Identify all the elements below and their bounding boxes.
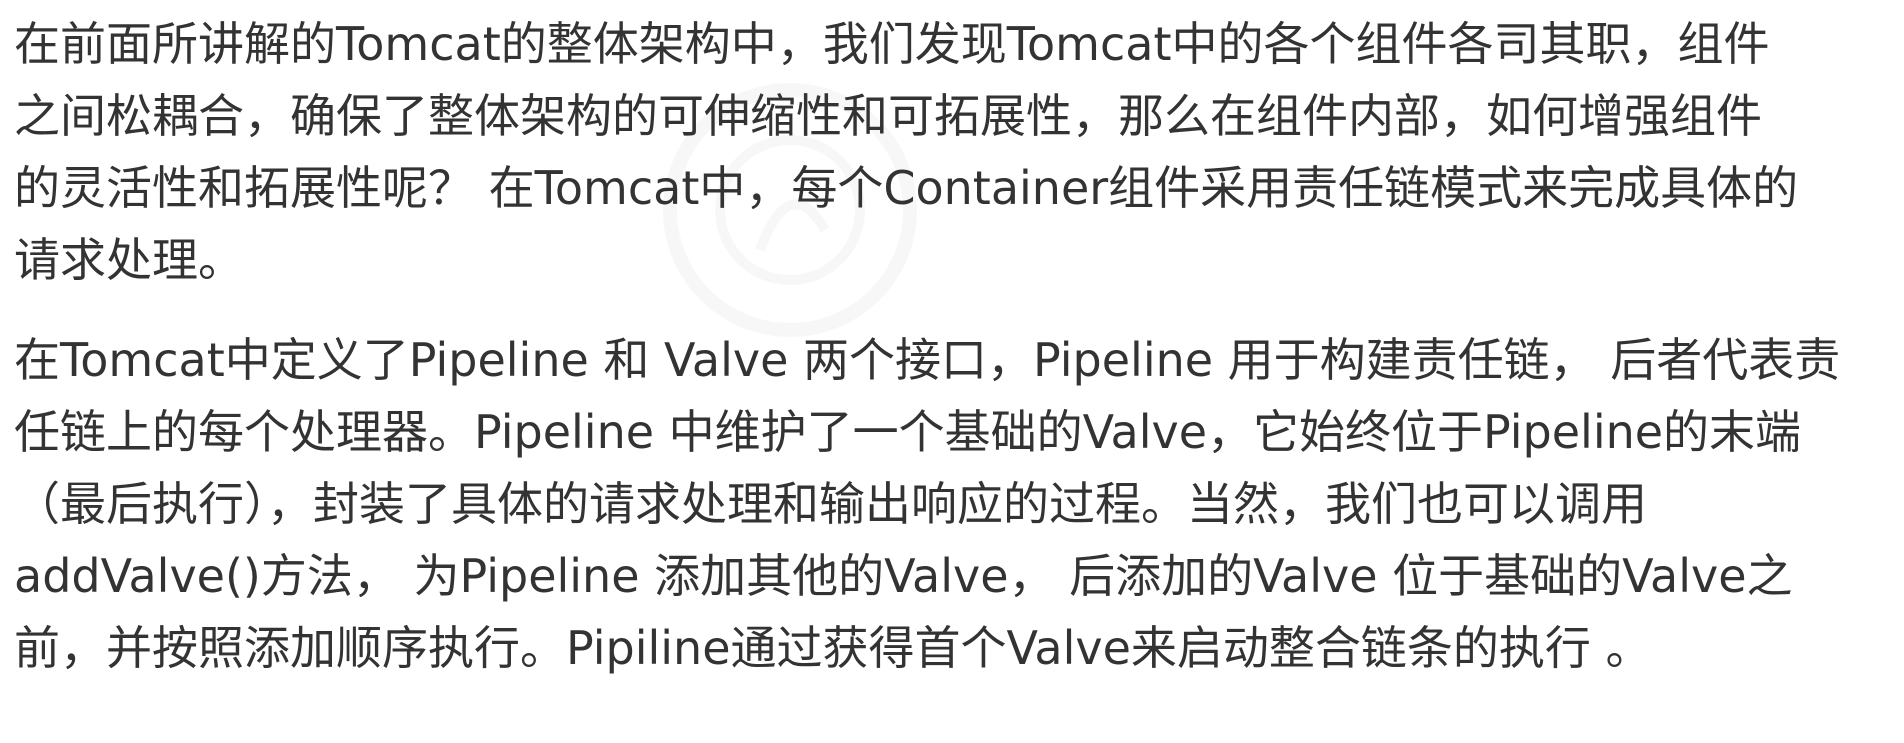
paragraph-intro: 在前面所讲解的Tomcat的整体架构中，我们发现Tomcat中的各个组件各司其职… — [14, 8, 1894, 296]
text-line: 在前面所讲解的Tomcat的整体架构中，我们发现Tomcat中的各个组件各司其职… — [14, 17, 1770, 71]
text-line: 前，并按照添加顺序执行。Pipiline通过获得首个Valve来启动整合链条的执… — [14, 621, 1652, 675]
text-line: 请求处理。 — [14, 233, 244, 287]
article-body: 在前面所讲解的Tomcat的整体架构中，我们发现Tomcat中的各个组件各司其职… — [14, 8, 1894, 684]
text-line: （最后执行），封装了具体的请求处理和输出响应的过程。当然，我们也可以调用 — [14, 477, 1647, 531]
text-line: 任链上的每个处理器。Pipeline 中维护了一个基础的Valve，它始终位于P… — [14, 405, 1802, 459]
paragraph-pipeline-valve: 在Tomcat中定义了Pipeline 和 Valve 两个接口，Pipelin… — [14, 324, 1894, 684]
text-line: addValve()方法， 为Pipeline 添加其他的Valve， 后添加的… — [14, 549, 1793, 603]
text-line: 在Tomcat中定义了Pipeline 和 Valve 两个接口，Pipelin… — [14, 333, 1841, 387]
text-line: 的灵活性和拓展性呢？ 在Tomcat中，每个Container组件采用责任链模式… — [14, 161, 1799, 215]
text-line: 之间松耦合，确保了整体架构的可伸缩性和可拓展性，那么在组件内部，如何增强组件 — [14, 89, 1762, 143]
